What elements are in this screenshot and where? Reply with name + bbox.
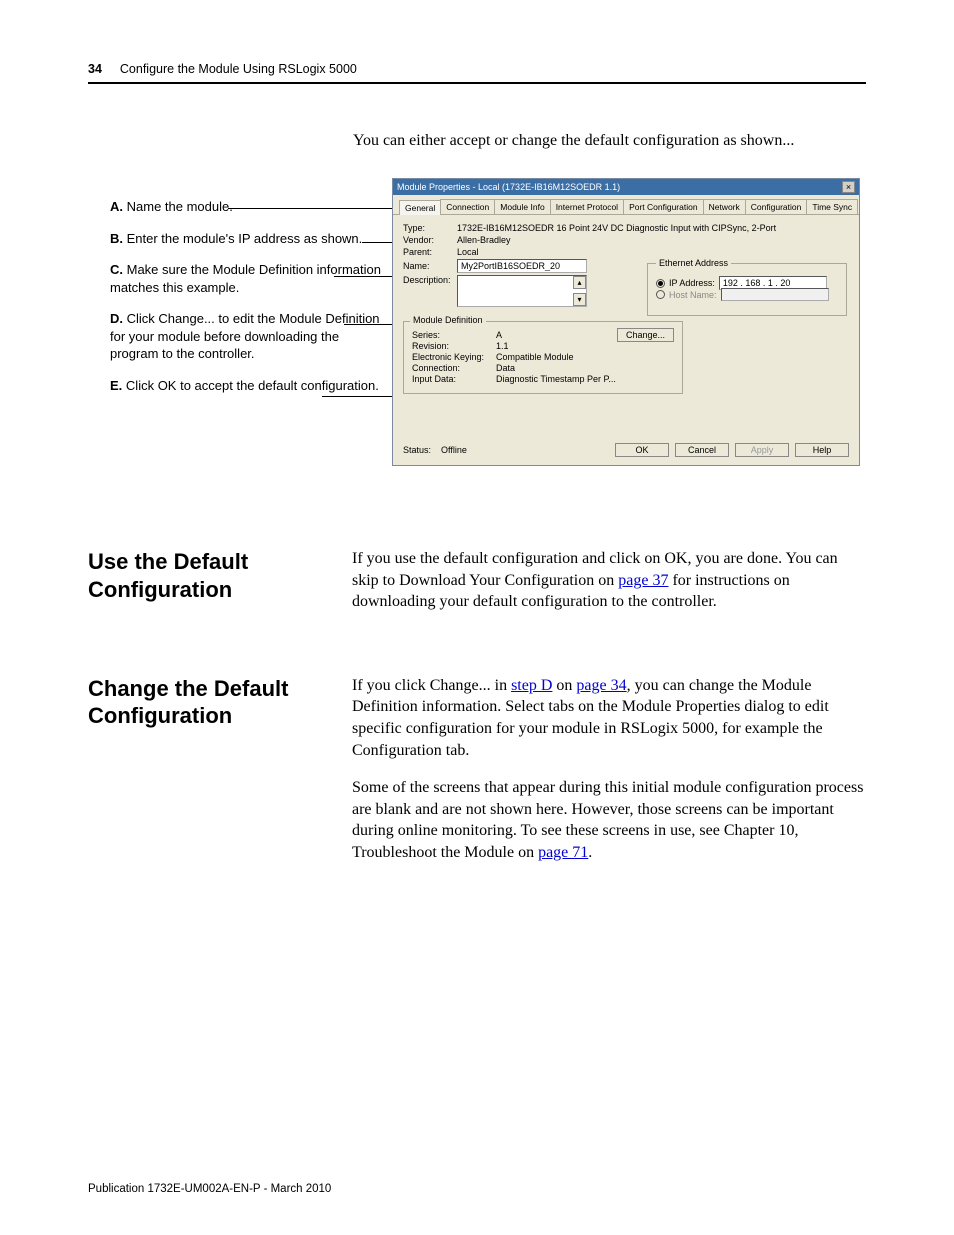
link-step-d[interactable]: step D: [511, 677, 552, 694]
callout-list: A. Name the module. B. Enter the module'…: [110, 198, 390, 408]
link-page-37[interactable]: page 37: [618, 572, 668, 589]
dialog-body: Type:1732E-IB16M12SOEDR 16 Point 24V DC …: [393, 215, 859, 415]
radio-icon[interactable]: [656, 279, 665, 288]
connection-label: Connection:: [412, 363, 496, 373]
inputdata-value: Diagnostic Timestamp Per P...: [496, 374, 616, 384]
parent-label: Parent:: [403, 247, 457, 257]
hostname-radio-row[interactable]: Host Name:: [656, 288, 838, 301]
close-icon[interactable]: ×: [842, 181, 855, 193]
section-heading: Use the Default Configuration: [88, 548, 328, 603]
ethernet-address-group: Ethernet Address IP Address: 192 . 168 .…: [647, 263, 847, 316]
link-page-34[interactable]: page 34: [576, 677, 626, 694]
module-properties-dialog: Module Properties - Local (1732E-IB16M12…: [392, 178, 860, 466]
change-button[interactable]: Change...: [617, 328, 674, 342]
leader-line: [228, 208, 418, 209]
vendor-value: Allen-Bradley: [457, 235, 511, 245]
tab-connection[interactable]: Connection: [440, 199, 495, 214]
help-button[interactable]: Help: [795, 443, 849, 457]
callout-e: E. Click OK to accept the default config…: [110, 377, 390, 395]
ip-address-label: IP Address:: [669, 278, 715, 288]
type-value: 1732E-IB16M12SOEDR 16 Point 24V DC Diagn…: [457, 223, 776, 233]
name-label: Name:: [403, 261, 457, 271]
page-number: 34: [88, 62, 102, 76]
tab-network[interactable]: Network: [703, 199, 746, 214]
tab-configuration[interactable]: Configuration: [745, 199, 808, 214]
scroll-down-icon[interactable]: ▾: [573, 293, 586, 306]
tab-port-configuration[interactable]: Port Configuration: [623, 199, 704, 214]
parent-value: Local: [457, 247, 479, 257]
module-definition-group: Module Definition Change... Series:A Rev…: [403, 321, 683, 394]
callout-b: B. Enter the module's IP address as show…: [110, 230, 390, 248]
ok-button[interactable]: OK: [615, 443, 669, 457]
ethernet-group-label: Ethernet Address: [656, 258, 731, 268]
series-value: A: [496, 330, 502, 340]
figure-area: A. Name the module. B. Enter the module'…: [88, 178, 866, 508]
section-body: If you click Change... in step D on page…: [352, 675, 866, 880]
keying-label: Electronic Keying:: [412, 352, 496, 362]
description-label: Description:: [403, 275, 457, 285]
link-page-71[interactable]: page 71: [538, 844, 588, 861]
hostname-label: Host Name:: [669, 290, 717, 300]
section-use-default: Use the Default Configuration If you use…: [88, 548, 866, 629]
tab-time-sync[interactable]: Time Sync: [806, 199, 858, 214]
vendor-label: Vendor:: [403, 235, 457, 245]
status-text: Status: Offline: [403, 445, 609, 455]
section-body: If you use the default configuration and…: [352, 548, 866, 629]
intro-text: You can either accept or change the defa…: [353, 132, 866, 150]
revision-label: Revision:: [412, 341, 496, 351]
running-header: 34 Configure the Module Using RSLogix 50…: [88, 62, 866, 84]
callout-d: D. Click Change... to edit the Module De…: [110, 310, 390, 363]
publication-footer: Publication 1732E-UM002A-EN-P - March 20…: [88, 1183, 331, 1195]
tab-module-info[interactable]: Module Info: [494, 199, 550, 214]
callout-a: A. Name the module.: [110, 198, 390, 216]
callout-c: C. Make sure the Module Definition infor…: [110, 261, 390, 296]
dialog-title-text: Module Properties - Local (1732E-IB16M12…: [397, 179, 620, 195]
module-definition-label: Module Definition: [410, 315, 486, 325]
apply-button: Apply: [735, 443, 789, 457]
type-label: Type:: [403, 223, 457, 233]
scroll-up-icon[interactable]: ▴: [573, 276, 586, 289]
revision-value: 1.1: [496, 341, 509, 351]
tab-general[interactable]: General: [399, 200, 441, 215]
cancel-button[interactable]: Cancel: [675, 443, 729, 457]
inputdata-label: Input Data:: [412, 374, 496, 384]
description-textarea[interactable]: ▴ ▾: [457, 275, 587, 307]
keying-value: Compatible Module: [496, 352, 574, 362]
tab-internet-protocol[interactable]: Internet Protocol: [550, 199, 624, 214]
series-label: Series:: [412, 330, 496, 340]
section-heading: Change the Default Configuration: [88, 675, 328, 730]
dialog-footer: Status: Offline OK Cancel Apply Help: [403, 443, 849, 457]
dialog-tabs: General Connection Module Info Internet …: [393, 195, 859, 215]
radio-icon[interactable]: [656, 290, 665, 299]
hostname-input: [721, 288, 829, 301]
dialog-titlebar[interactable]: Module Properties - Local (1732E-IB16M12…: [393, 179, 859, 195]
name-input[interactable]: [457, 259, 587, 273]
section-change-default: Change the Default Configuration If you …: [88, 675, 866, 880]
chapter-title: Configure the Module Using RSLogix 5000: [120, 62, 357, 76]
connection-value: Data: [496, 363, 515, 373]
